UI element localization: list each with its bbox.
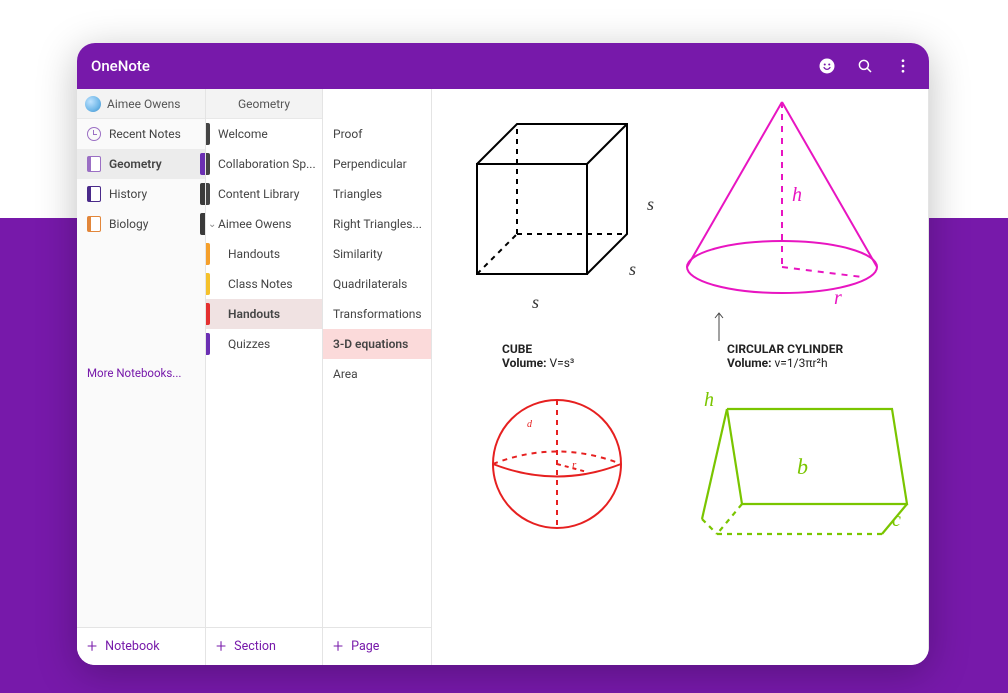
app-window: OneNote Aimee Owens Recent Notes Geometry… [77, 43, 929, 665]
section-label: Handouts [228, 247, 280, 261]
color-tab [206, 153, 210, 175]
add-page-button[interactable]: + Page [323, 627, 431, 665]
section-group-title: Geometry [206, 89, 322, 119]
color-tab [200, 213, 205, 235]
color-tab [206, 243, 210, 265]
page-item[interactable]: Proof [323, 119, 431, 149]
user-name: Aimee Owens [107, 97, 180, 111]
page-item[interactable]: Right Triangles... [323, 209, 431, 239]
page-item[interactable]: Transformations [323, 299, 431, 329]
titlebar: OneNote [77, 43, 929, 89]
notebook-icon [87, 216, 101, 232]
section-label: Quizzes [228, 337, 270, 351]
section-item[interactable]: Content Library [206, 179, 322, 209]
page-item[interactable]: Area [323, 359, 431, 389]
page-label: Area [333, 367, 358, 381]
page-label: Transformations [333, 307, 422, 321]
section-item[interactable]: Class Notes [206, 269, 322, 299]
page-label: Quadrilaterals [333, 277, 407, 291]
sphere-drawing [487, 394, 627, 534]
plus-icon: + [216, 638, 226, 656]
section-item[interactable]: ⌄Aimee Owens [206, 209, 322, 239]
cone-caption: CIRCULAR CYLINDER Volume: v=1/3πr²h [727, 342, 843, 370]
cube-side-label: s [532, 292, 539, 313]
notebook-item[interactable]: Biology [77, 209, 205, 239]
page-label: 3-D equations [333, 337, 408, 351]
page-item[interactable]: 3-D equations [323, 329, 431, 359]
page-label: Triangles [333, 187, 382, 201]
search-icon[interactable] [853, 54, 877, 78]
page-label: Proof [333, 127, 362, 141]
prism-b-label: b [797, 454, 808, 480]
cube-side-label: s [629, 259, 636, 280]
page-item[interactable]: Triangles [323, 179, 431, 209]
section-item[interactable]: Quizzes [206, 329, 322, 359]
section-label: Handouts [228, 307, 280, 321]
notebook-item[interactable]: Recent Notes [77, 119, 205, 149]
notebook-label: Recent Notes [109, 127, 181, 141]
section-item[interactable]: Handouts [206, 239, 322, 269]
section-label: Welcome [218, 127, 268, 141]
notebooks-column: Aimee Owens Recent Notes Geometry History B… [77, 89, 206, 665]
prism-c-label: c [892, 509, 901, 532]
pages-column: Proof Perpendicular Triangles Right Triangl… [323, 89, 432, 665]
page-item[interactable]: Quadrilaterals [323, 269, 431, 299]
color-tab [206, 273, 210, 295]
notebook-item[interactable]: History [77, 179, 205, 209]
notebook-icon [87, 156, 101, 172]
section-label: Collaboration Sp... [218, 157, 316, 171]
section-item[interactable]: Collaboration Sp... [206, 149, 322, 179]
color-tab [206, 123, 210, 145]
notebook-label: History [109, 187, 147, 201]
more-notebooks-link[interactable]: More Notebooks... [77, 356, 205, 390]
sphere-r-label: r [572, 459, 576, 471]
sections-column: Geometry Welcome Collaboration Sp... Conte… [206, 89, 323, 665]
cube-drawing [467, 114, 637, 284]
more-icon[interactable] [891, 54, 915, 78]
page-item[interactable]: Similarity [323, 239, 431, 269]
cone-h-label: h [792, 184, 802, 207]
notebook-label: Geometry [109, 157, 162, 171]
notebook-item[interactable]: Geometry [77, 149, 205, 179]
cube-caption: CUBE Volume: V=s³ [502, 342, 574, 370]
cone-drawing [677, 97, 887, 307]
add-notebook-button[interactable]: + Notebook [77, 627, 205, 665]
chevron-down-icon: ⌄ [208, 219, 216, 230]
section-item[interactable]: Handouts [206, 299, 322, 329]
sphere-d-label: d [527, 419, 532, 430]
color-tab [206, 303, 210, 325]
section-label: Aimee Owens [218, 217, 291, 231]
note-canvas[interactable]: s s s CUBE Volume: V=s³ h r [432, 89, 929, 665]
color-tab [200, 153, 205, 175]
plus-icon: + [87, 638, 97, 656]
prism-h-label: h [704, 389, 714, 412]
add-section-button[interactable]: + Section [206, 627, 322, 665]
page-label: Perpendicular [333, 157, 407, 171]
arrow-up-icon [713, 311, 725, 341]
section-label: Class Notes [228, 277, 293, 291]
page-label: Right Triangles... [333, 217, 422, 231]
page-label: Similarity [333, 247, 383, 261]
color-tab [200, 183, 205, 205]
cone-r-label: r [834, 287, 842, 310]
clock-icon [87, 127, 101, 141]
globe-icon [85, 96, 101, 112]
plus-icon: + [333, 638, 343, 656]
app-title: OneNote [91, 57, 150, 75]
section-label: Content Library [218, 187, 299, 201]
color-tab [206, 333, 210, 355]
smile-icon[interactable] [815, 54, 839, 78]
color-tab [206, 183, 210, 205]
notebook-icon [87, 186, 101, 202]
page-item[interactable]: Perpendicular [323, 149, 431, 179]
section-item[interactable]: Welcome [206, 119, 322, 149]
account-header[interactable]: Aimee Owens [77, 89, 205, 119]
cube-side-label: s [647, 194, 654, 215]
notebook-label: Biology [109, 217, 148, 231]
